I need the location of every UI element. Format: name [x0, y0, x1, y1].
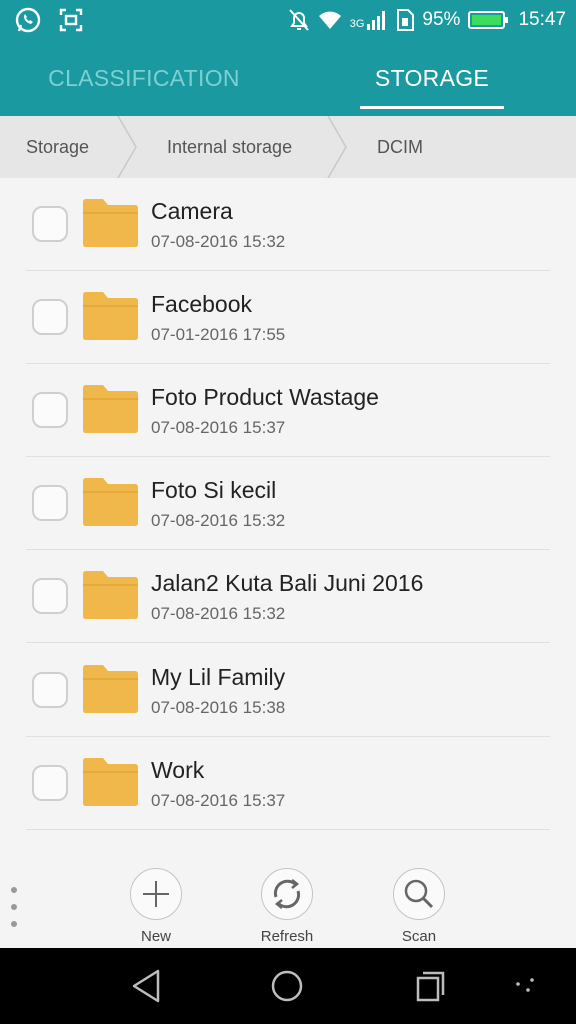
- file-name: Foto Si kecil: [151, 477, 277, 503]
- list-item[interactable]: Foto Si kecil 07-08-2016 15:32: [0, 457, 576, 550]
- tab-storage[interactable]: STORAGE: [288, 40, 576, 116]
- select-checkbox[interactable]: [32, 485, 68, 521]
- select-checkbox[interactable]: [32, 765, 68, 801]
- file-date: 07-08-2016 15:37: [151, 418, 286, 437]
- file-name: Jalan2 Kuta Bali Juni 2016: [151, 570, 424, 596]
- list-item[interactable]: My Lil Family 07-08-2016 15:38: [0, 644, 576, 737]
- select-checkbox[interactable]: [32, 392, 68, 428]
- folder-icon: [83, 199, 138, 247]
- plus-icon: [143, 881, 169, 907]
- folder-icon: [83, 385, 138, 433]
- file-date: 07-08-2016 15:38: [151, 698, 286, 717]
- file-date: 07-08-2016 15:32: [151, 232, 286, 251]
- new-icon-circle: [130, 868, 182, 920]
- scan-label: Scan: [401, 928, 437, 945]
- breadcrumb-storage[interactable]: Storage: [26, 116, 89, 178]
- file-date: 07-08-2016 15:32: [151, 604, 286, 623]
- active-tab-indicator: [360, 106, 504, 109]
- refresh-icon-circle: [261, 868, 313, 920]
- wifi-icon: [318, 10, 342, 30]
- folder-icon: [83, 758, 138, 806]
- folder-icon: [83, 665, 138, 713]
- select-checkbox[interactable]: [32, 206, 68, 242]
- scan-button[interactable]: Scan: [379, 868, 459, 945]
- more-options-icon[interactable]: [8, 886, 20, 928]
- divider: [26, 642, 550, 643]
- sim-icon: [396, 9, 415, 31]
- screenshot-icon: [58, 7, 84, 33]
- bottom-toolbar: New Refresh Scan: [0, 856, 576, 948]
- navigation-bar: [0, 948, 576, 1024]
- select-checkbox[interactable]: [32, 299, 68, 335]
- file-name: Camera: [151, 198, 233, 224]
- signal-icon: 3G: [350, 10, 389, 30]
- file-date: 07-01-2016 17:55: [151, 325, 286, 344]
- list-item[interactable]: Facebook 07-01-2016 17:55: [0, 271, 576, 364]
- back-icon[interactable]: [130, 968, 162, 1004]
- new-label: New: [140, 928, 171, 945]
- scan-icon-circle: [393, 868, 445, 920]
- status-bar: 3G 95% 15:47: [0, 0, 576, 40]
- tab-bar: CLASSIFICATION STORAGE: [0, 40, 576, 116]
- breadcrumb-internal-storage[interactable]: Internal storage: [167, 116, 292, 178]
- select-checkbox[interactable]: [32, 578, 68, 614]
- tab-classification[interactable]: CLASSIFICATION: [0, 40, 288, 116]
- battery-icon: [468, 11, 510, 29]
- refresh-button[interactable]: Refresh: [247, 868, 327, 945]
- file-name: Facebook: [151, 291, 253, 317]
- clock: 15:47: [518, 9, 566, 30]
- list-item[interactable]: Work 07-08-2016 15:37: [0, 737, 576, 830]
- folder-icon: [83, 571, 138, 619]
- search-icon: [404, 879, 434, 909]
- new-button[interactable]: New: [116, 868, 196, 945]
- file-date: 07-08-2016 15:37: [151, 791, 286, 810]
- folder-icon: [83, 292, 138, 340]
- list-item[interactable]: Jalan2 Kuta Bali Juni 2016 07-08-2016 15…: [0, 550, 576, 643]
- recent-apps-icon[interactable]: [414, 968, 446, 1004]
- breadcrumb-dcim[interactable]: DCIM: [377, 116, 423, 178]
- list-item[interactable]: Foto Product Wastage 07-08-2016 15:37: [0, 364, 576, 457]
- select-checkbox[interactable]: [32, 672, 68, 708]
- notification-shade-icon[interactable]: [512, 968, 538, 1004]
- chevron-right-icon: [117, 116, 137, 178]
- network-type-label: 3G: [349, 18, 365, 30]
- whatsapp-icon: [14, 6, 42, 34]
- breadcrumb: Storage Internal storage DCIM: [0, 116, 576, 178]
- chevron-right-icon: [327, 116, 347, 178]
- list-item[interactable]: Camera 07-08-2016 15:32: [0, 178, 576, 271]
- file-date: 07-08-2016 15:32: [151, 511, 286, 530]
- battery-percent: 95%: [422, 9, 461, 30]
- divider: [26, 829, 550, 830]
- file-name: Foto Product Wastage: [151, 384, 379, 410]
- refresh-icon: [273, 879, 301, 909]
- folder-icon: [83, 478, 138, 526]
- file-name: Work: [151, 757, 205, 783]
- refresh-label: Refresh: [260, 928, 314, 945]
- notifications-off-icon: [288, 8, 310, 32]
- file-name: My Lil Family: [151, 664, 286, 690]
- home-icon[interactable]: [270, 968, 304, 1004]
